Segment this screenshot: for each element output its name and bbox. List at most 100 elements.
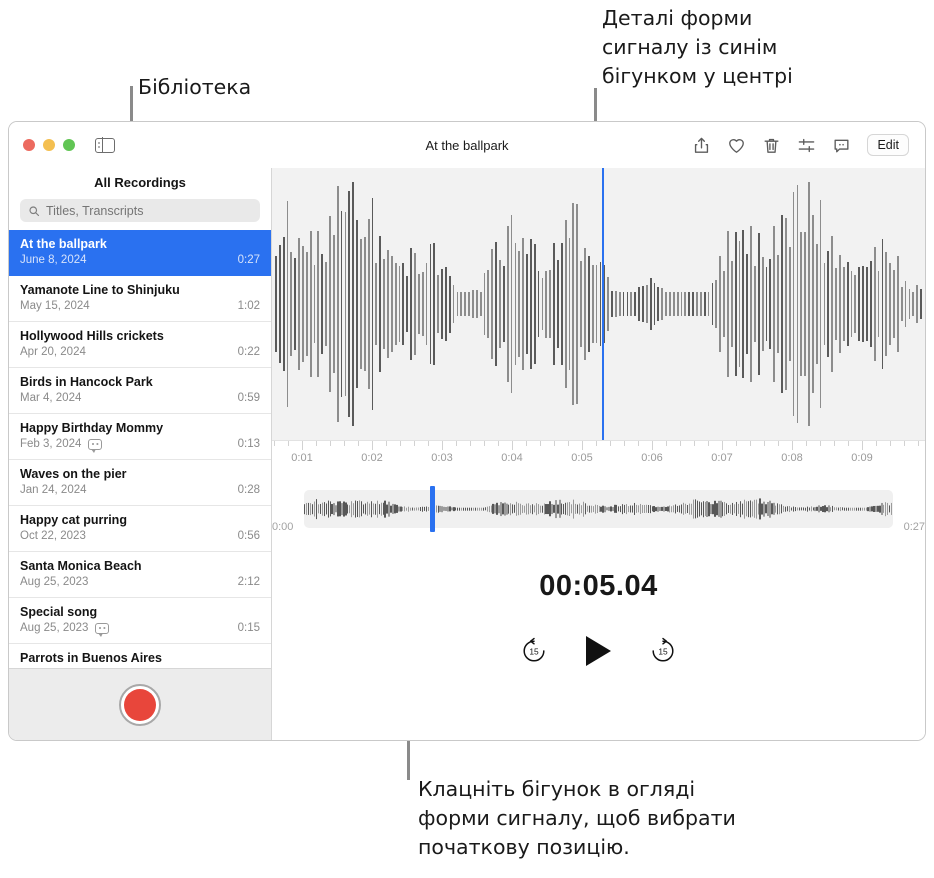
list-item[interactable]: Yamanote Line to Shinjuku May 15, 2024 1:0…	[9, 276, 271, 322]
ruler-tick	[638, 441, 639, 446]
waveform-bar	[726, 231, 729, 377]
callout-library: Бібліотека	[138, 75, 252, 99]
waveform-bar	[734, 232, 737, 376]
toolbar-actions: Edit	[692, 134, 925, 156]
waveform-bar	[858, 266, 861, 342]
waveform-bar	[402, 263, 405, 345]
skip-forward-15-icon[interactable]: 15	[649, 637, 677, 665]
recording-title: Happy Birthday Mommy	[20, 421, 164, 435]
transcript-icon[interactable]	[832, 136, 851, 155]
list-item[interactable]: Happy Birthday Mommy Feb 3, 2024 0:13	[9, 414, 271, 460]
ruler-label: 0:07	[711, 452, 733, 464]
ruler-tick	[274, 441, 275, 446]
minimize-button[interactable]	[43, 139, 55, 151]
record-button[interactable]	[119, 683, 161, 726]
waveform-bar	[425, 263, 428, 345]
ruler-tick	[442, 441, 443, 450]
waveform-bar	[846, 262, 849, 346]
waveform-bar	[456, 292, 459, 316]
edit-button[interactable]: Edit	[867, 134, 909, 156]
waveform-bar	[808, 181, 810, 427]
ruler-tick	[428, 441, 429, 446]
timeline-ruler[interactable]: 0:01 0:02 0:03 0:04 0:05 0:06 0:07 0:08 0:09	[272, 440, 925, 480]
recording-date: Mar 4, 2024	[20, 392, 82, 404]
waveform-bar	[394, 262, 397, 346]
sliders-icon[interactable]	[797, 136, 816, 155]
waveform-bar	[441, 268, 443, 340]
waveform-bar	[379, 236, 382, 372]
recording-meta: Mar 4, 2024 0:59	[20, 391, 260, 406]
ruler-tick	[848, 441, 849, 446]
ruler-tick	[694, 441, 695, 446]
recordings-list[interactable]: At the ballpark June 8, 2024 0:27 Yamanote …	[9, 230, 271, 668]
ruler-tick	[554, 441, 555, 446]
waveform-bar	[410, 248, 412, 360]
waveform-bar	[421, 272, 424, 336]
search-container	[9, 199, 271, 230]
list-item[interactable]: Hollywood Hills crickets Apr 20, 2024 0:22	[9, 322, 271, 368]
waveform-bar	[359, 238, 362, 370]
list-item[interactable]: Happy cat purring Oct 22, 2023 0:56	[9, 506, 271, 552]
waveform-bar	[576, 204, 579, 404]
sidebar-header: All Recordings	[94, 175, 186, 190]
heart-icon[interactable]	[727, 136, 746, 155]
waveform-bar	[460, 292, 463, 316]
waveform-bar	[873, 246, 876, 362]
list-item[interactable]: Parrots in Buenos Aires	[9, 644, 271, 668]
close-button[interactable]	[23, 139, 35, 151]
recording-title: Yamanote Line to Shinjuku	[20, 283, 180, 297]
recording-title: Waves on the pier	[20, 467, 127, 481]
recording-title: Santa Monica Beach	[20, 559, 142, 573]
recording-title: Special song	[20, 605, 98, 619]
waveform-bar	[645, 285, 648, 323]
waveform-overview-container: 0:00 0:27	[272, 480, 925, 550]
waveform-bar	[765, 267, 768, 341]
play-button[interactable]	[586, 636, 611, 666]
list-item[interactable]: At the ballpark June 8, 2024 0:27	[9, 230, 271, 276]
waveform-bar	[275, 256, 277, 352]
search-input[interactable]	[46, 203, 252, 218]
ruler-tick	[764, 441, 765, 446]
ruler-label: 0:02	[361, 452, 383, 464]
recording-date: Jan 24, 2024	[20, 484, 87, 496]
recording-meta: Jan 24, 2024 0:28	[20, 483, 260, 498]
waveform-bar	[653, 282, 656, 326]
waveform-bar	[518, 250, 521, 358]
trash-icon[interactable]	[762, 136, 781, 155]
waveform-detail-view[interactable]	[272, 168, 925, 440]
waveform-bar	[387, 250, 389, 358]
playhead-detail[interactable]	[602, 168, 604, 440]
sidebar-toggle-icon[interactable]	[95, 137, 115, 153]
list-item[interactable]: Birds in Hancock Park Mar 4, 2024 0:59	[9, 368, 271, 414]
list-item[interactable]: Santa Monica Beach Aug 25, 2023 2:12	[9, 552, 271, 598]
waveform-bar	[641, 285, 644, 323]
ruler-label: 0:01	[291, 452, 313, 464]
ruler-tick	[540, 441, 541, 446]
recording-title: Parrots in Buenos Aires	[20, 651, 162, 665]
list-item[interactable]: Special song Aug 25, 2023 0:15	[9, 598, 271, 644]
ruler-tick	[722, 441, 723, 450]
waveform-bar	[811, 214, 814, 394]
skip-back-15-icon[interactable]: 15	[520, 637, 548, 665]
waveform-bar	[352, 181, 355, 427]
waveform-bar	[626, 292, 629, 316]
waveform-bar	[479, 291, 482, 317]
waveform-bar	[510, 214, 513, 394]
ruler-label: 0:09	[851, 452, 873, 464]
waveform-bar	[630, 292, 633, 316]
share-icon[interactable]	[692, 136, 711, 155]
waveform-bar	[607, 277, 610, 331]
zoom-button[interactable]	[63, 139, 75, 151]
waveform-bar	[688, 292, 691, 316]
waveform-bar	[692, 292, 694, 316]
transcript-badge-icon	[88, 439, 103, 453]
waveform-bar	[699, 292, 702, 316]
overview-playhead[interactable]	[430, 486, 435, 532]
waveform-bars	[272, 168, 925, 440]
waveform-overview[interactable]	[304, 486, 893, 532]
waveform-bar	[398, 266, 401, 342]
list-item[interactable]: Waves on the pier Jan 24, 2024 0:28	[9, 460, 271, 506]
waveform-bar	[429, 244, 432, 364]
search-field[interactable]	[20, 199, 260, 222]
waveform-bar	[529, 238, 532, 370]
